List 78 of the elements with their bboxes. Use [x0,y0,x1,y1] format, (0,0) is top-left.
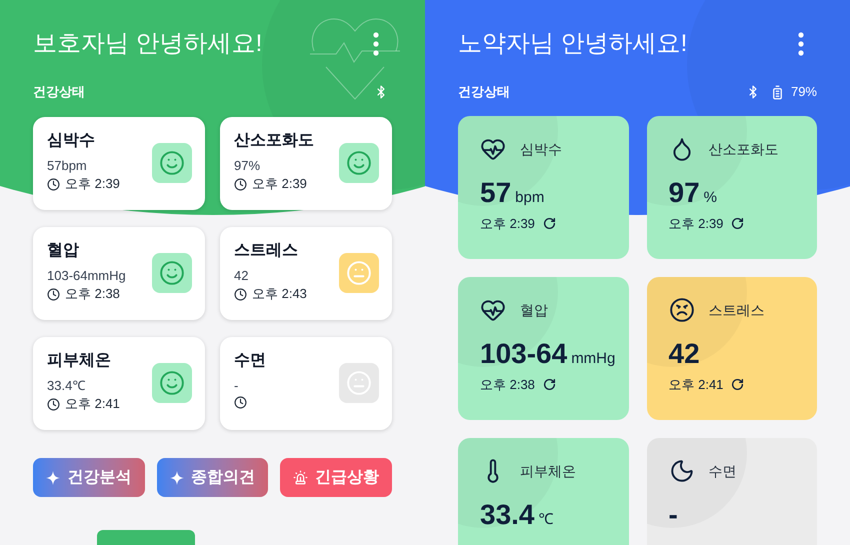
card-value: 42 [668,337,700,371]
card-value: - [668,498,678,532]
card-title: 혈압 [47,241,80,261]
card-time: 오후 2:41 [668,376,724,394]
card-title: 산소포화도 [234,131,314,151]
card-title: 피부체온 [47,351,112,371]
health-card[interactable]: 피부체온 33.4℃ 오후 2:41 [33,337,205,430]
health-card[interactable]: 피부체온 33.4℃ [458,438,628,545]
card-unit: mmHg [571,349,616,369]
health-card[interactable]: 혈압 103-64mmHg 오후 2:38 [33,227,205,320]
smile-icon [159,370,185,396]
analysis-button[interactable]: 건강분석 [33,458,145,497]
card-title: 수면 [708,462,736,480]
card-time: 오후 2:38 [65,286,120,302]
clock-icon [47,178,60,190]
section-title: 건강상태 [458,83,510,102]
smile-icon [346,150,372,176]
greeting-title: 보호자님 안녕하세요! [33,29,262,59]
card-value: 103-64 [480,337,568,371]
card-value: 57bpm [47,158,88,174]
section-title: 건강상태 [33,83,85,102]
health-card[interactable]: 혈압 103-64 mmHg 오후 2:38 [458,277,628,420]
card-time: 오후 2:39 [65,176,120,192]
health-card[interactable]: 산소포화도 97% 오후 2:39 [220,117,392,210]
health-card[interactable]: 심박수 57 bpm 오후 2:39 [458,116,628,259]
card-title: 스트레스 [708,300,764,320]
greeting-title: 노약자님 안녕하세요! [458,29,688,59]
health-card[interactable]: 산소포화도 97% 오후 2:39 [646,116,817,259]
card-title: 심박수 [47,131,96,151]
clock-icon [234,178,247,190]
card-time: 오후 2:43 [252,286,307,302]
card-value: 42 [234,268,250,284]
card-value: 57 [480,176,512,210]
health-card[interactable]: 수면 - [646,438,817,545]
card-value: 33.4 [480,498,534,532]
clock-icon [234,396,247,409]
more-menu-icon[interactable] [797,32,805,56]
clock-icon [47,398,60,410]
sparkle-icon [170,470,184,484]
health-card[interactable]: 심박수 57bpm 오후 2:39 [33,117,205,210]
siren-icon [293,470,308,485]
card-title: 피부체온 [520,462,576,480]
analysis-button[interactable]: 종합의견 [156,458,268,497]
card-time: 오후 2:41 [65,396,120,412]
card-title: 심박수 [520,140,562,158]
card-unit: bpm [515,188,544,208]
more-menu-icon[interactable] [372,32,380,56]
card-value: 103-64mmHg [47,268,126,284]
card-unit: ℃ [538,510,554,530]
moon-icon [668,458,694,484]
clock-icon [234,288,247,300]
refresh-icon[interactable] [542,378,556,392]
smile-icon [159,260,185,286]
battery-level: 79% [790,83,817,102]
refresh-icon[interactable] [731,217,744,230]
refresh-icon[interactable] [542,217,556,230]
card-time: 오후 2:39 [668,215,724,233]
card-value: 97 [668,176,700,210]
card-value: - [234,378,240,394]
angry-face-icon [668,297,694,323]
card-value: 33.4℃ [47,378,86,394]
clock-icon [47,288,60,300]
card-title: 혈압 [520,300,548,320]
card-value: 97% [234,158,262,174]
card-title: 산소포화도 [708,140,778,158]
health-card[interactable]: 수면 - [220,337,392,430]
health-card[interactable]: 스트레스 42 오후 2:43 [220,227,392,320]
sparkle-icon [46,470,60,484]
card-unit: % [704,188,717,208]
health-card[interactable]: 스트레스 42 오후 2:41 [646,277,817,420]
card-time: 오후 2:39 [480,215,535,233]
card-title: 스트레스 [234,241,299,261]
card-time: 오후 2:38 [480,376,535,394]
smile-icon [159,150,185,176]
card-title: 수면 [234,351,266,371]
card-time: 오후 2:39 [252,176,307,192]
refresh-icon[interactable] [731,378,744,392]
neutral-face-icon [346,260,372,286]
